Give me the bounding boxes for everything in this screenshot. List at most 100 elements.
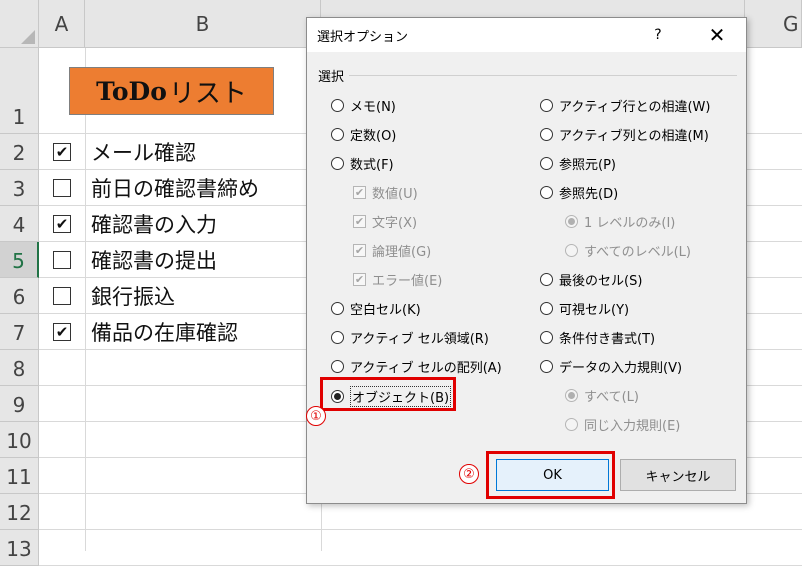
- step-2-badge: ②: [459, 464, 479, 484]
- dialog-title: 選択オプション: [317, 30, 409, 45]
- highlight-object-option: [320, 377, 456, 411]
- task-checkbox[interactable]: [53, 287, 71, 305]
- row-header-9[interactable]: 9: [0, 386, 39, 422]
- option-label: アクティブ行との相違(W): [559, 100, 711, 115]
- radio-icon: [331, 157, 344, 170]
- row-header-6[interactable]: 6: [0, 278, 39, 314]
- option-label: すべてのレベル(L): [584, 245, 691, 260]
- radio-icon: [540, 302, 553, 315]
- radio-icon: [540, 99, 553, 112]
- option-left_options-9[interactable]: アクティブ セルの配列(A): [331, 357, 502, 376]
- option-label: アクティブ セル領域(R): [350, 332, 489, 347]
- select-all-triangle-icon: [21, 30, 35, 44]
- task-checkbox[interactable]: ✔: [53, 323, 71, 341]
- option-label: 定数(O): [350, 129, 397, 144]
- row-header-13[interactable]: 13: [0, 530, 39, 566]
- row-header-5[interactable]: 5: [0, 242, 39, 278]
- row-header-12[interactable]: 12: [0, 494, 39, 530]
- option-right_options-2[interactable]: 参照元(P): [540, 154, 616, 173]
- checkbox-icon: ✔: [353, 186, 366, 199]
- checkbox-icon: ✔: [353, 244, 366, 257]
- dialog-titlebar[interactable]: 選択オプション ? ✕: [307, 18, 746, 52]
- select-all-corner[interactable]: [0, 0, 39, 48]
- option-label: すべて(L): [584, 390, 639, 405]
- option-right_options-11: 同じ入力規則(E): [565, 415, 680, 434]
- option-label: 参照先(D): [559, 187, 619, 202]
- row-header-10[interactable]: 10: [0, 422, 39, 458]
- column-header-b[interactable]: B: [85, 0, 321, 48]
- option-left_options-7[interactable]: 空白セル(K): [331, 299, 421, 318]
- option-label: 参照元(P): [559, 158, 616, 173]
- option-left_options-2[interactable]: 数式(F): [331, 154, 394, 173]
- radio-icon: [565, 418, 578, 431]
- close-icon[interactable]: ✕: [702, 23, 732, 47]
- checkmark-icon: ✔: [55, 322, 69, 341]
- row-header-8[interactable]: 8: [0, 350, 39, 386]
- radio-icon: [331, 331, 344, 344]
- option-left_options-1[interactable]: 定数(O): [331, 125, 396, 144]
- task-checkbox[interactable]: [53, 179, 71, 197]
- radio-icon: [540, 273, 553, 286]
- option-left_options-4: ✔ 文字(X): [353, 212, 417, 231]
- option-right_options-1[interactable]: アクティブ列との相違(M): [540, 125, 709, 144]
- checkmark-icon: ✔: [354, 273, 365, 286]
- option-label: 1 レベルのみ(I): [584, 216, 676, 231]
- todo-title-rest: リスト: [168, 78, 247, 109]
- option-label: メモ(N): [350, 100, 396, 115]
- option-left_options-6: ✔ エラー値(E): [353, 270, 442, 289]
- task-checkbox[interactable]: ✔: [53, 143, 71, 161]
- radio-icon: [540, 186, 553, 199]
- row-header-3[interactable]: 3: [0, 170, 39, 206]
- column-gridline: [85, 48, 86, 551]
- option-right_options-3[interactable]: 参照先(D): [540, 183, 618, 202]
- radio-icon: [540, 157, 553, 170]
- radio-icon: [565, 244, 578, 257]
- select-group-label: 選択: [318, 70, 345, 85]
- checkmark-icon: ✔: [354, 244, 365, 257]
- row-header-11[interactable]: 11: [0, 458, 39, 494]
- option-label: 条件付き書式(T): [559, 332, 656, 347]
- radio-icon: [331, 302, 344, 315]
- radio-icon: [565, 215, 578, 228]
- option-label: データの入力規則(V): [559, 361, 683, 376]
- option-right_options-5: すべてのレベル(L): [565, 241, 691, 260]
- column-header-a[interactable]: A: [39, 0, 85, 48]
- group-divider: [349, 75, 737, 76]
- task-text[interactable]: 確認書の提出: [91, 245, 217, 275]
- checkmark-icon: ✔: [354, 215, 365, 228]
- option-right_options-6[interactable]: 最後のセル(S): [540, 270, 642, 289]
- option-label: 可視セル(Y): [559, 303, 630, 318]
- checkbox-icon: ✔: [353, 215, 366, 228]
- option-label: エラー値(E): [372, 274, 443, 289]
- option-right_options-8[interactable]: 条件付き書式(T): [540, 328, 655, 347]
- row-header-2[interactable]: 2: [0, 134, 39, 170]
- option-left_options-3: ✔ 数値(U): [353, 183, 418, 202]
- task-checkbox[interactable]: [53, 251, 71, 269]
- task-text[interactable]: 銀行振込: [91, 281, 175, 311]
- option-right_options-7[interactable]: 可視セル(Y): [540, 299, 629, 318]
- task-text[interactable]: メール確認: [91, 137, 196, 167]
- cancel-button[interactable]: キャンセル: [620, 459, 736, 491]
- radio-icon: [540, 360, 553, 373]
- option-right_options-4: 1 レベルのみ(I): [565, 212, 675, 231]
- radio-icon: [565, 389, 578, 402]
- task-text[interactable]: 確認書の入力: [91, 209, 217, 239]
- option-right_options-0[interactable]: アクティブ行との相違(W): [540, 96, 710, 115]
- option-left_options-8[interactable]: アクティブ セル領域(R): [331, 328, 489, 347]
- todo-title-cell[interactable]: ToDo リスト: [69, 67, 274, 115]
- option-label: 最後のセル(S): [559, 274, 643, 289]
- option-label: アクティブ セルの配列(A): [350, 361, 502, 376]
- row-header-1[interactable]: 1: [0, 48, 39, 134]
- option-right_options-9[interactable]: データの入力規則(V): [540, 357, 682, 376]
- help-icon[interactable]: ?: [643, 24, 673, 46]
- option-left_options-0[interactable]: メモ(N): [331, 96, 396, 115]
- highlight-ok-button: [486, 451, 615, 499]
- task-checkbox[interactable]: ✔: [53, 215, 71, 233]
- row-header-7[interactable]: 7: [0, 314, 39, 350]
- row-header-4[interactable]: 4: [0, 206, 39, 242]
- task-text[interactable]: 備品の在庫確認: [91, 317, 238, 347]
- todo-title-bold: ToDo: [96, 76, 167, 106]
- task-text[interactable]: 前日の確認書締め: [91, 173, 259, 203]
- checkmark-icon: ✔: [55, 142, 69, 161]
- column-header-g[interactable]: G: [745, 0, 802, 48]
